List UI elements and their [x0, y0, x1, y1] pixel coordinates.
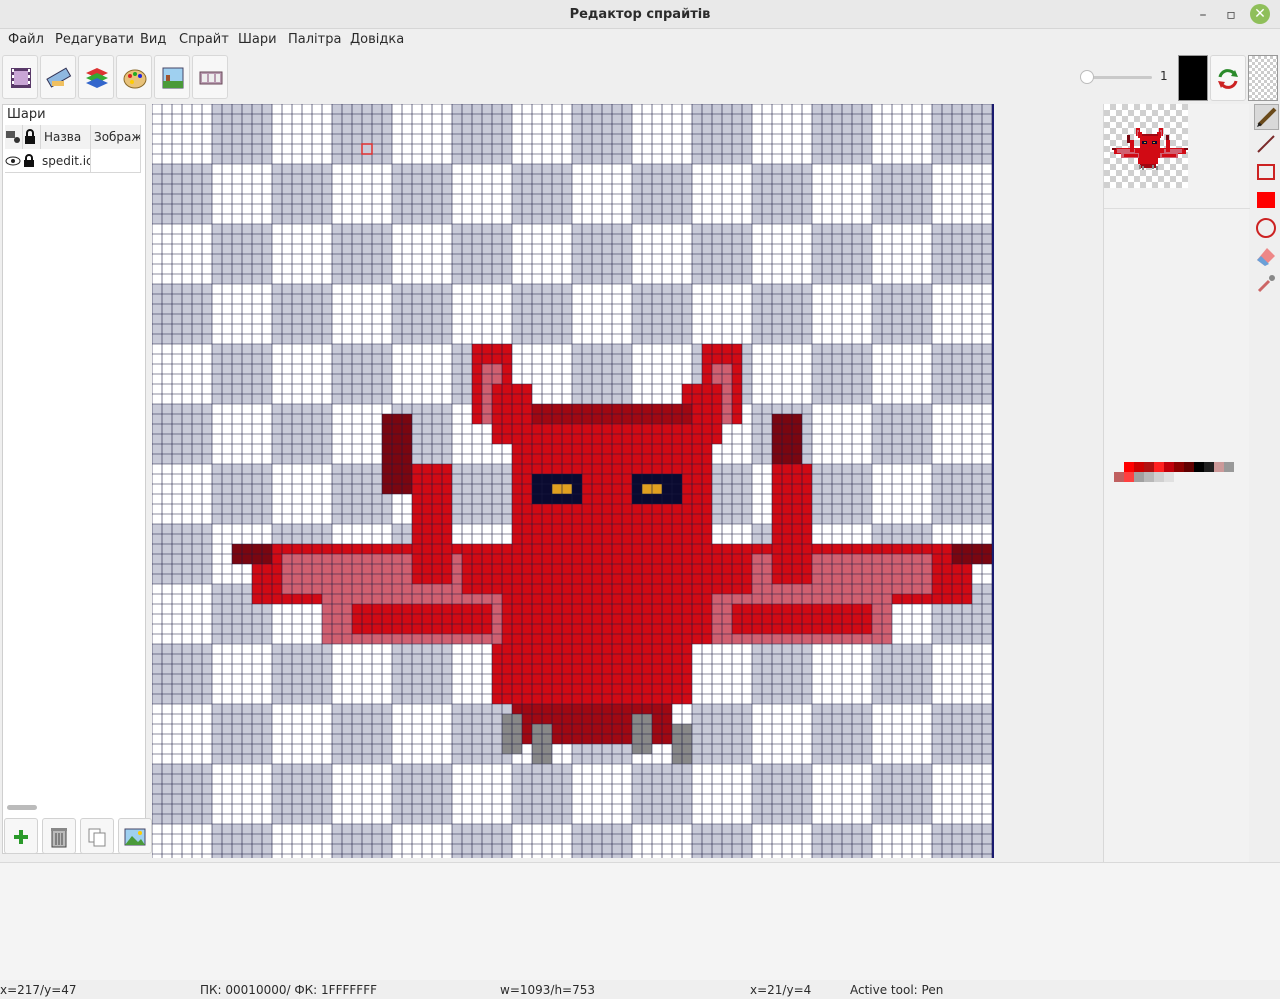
palette-swatch[interactable]	[1154, 472, 1164, 482]
visibility-column-icon	[5, 125, 23, 149]
layer-image-icon[interactable]	[118, 818, 152, 854]
palette-swatch[interactable]	[1154, 462, 1164, 472]
window-title: Редактор спрайтів	[569, 7, 711, 22]
delete-layer-icon[interactable]	[42, 818, 76, 854]
timeline-area	[0, 862, 1280, 980]
layers-table: Назва Зображ spedit.ic	[5, 125, 141, 173]
ruler-icon[interactable]	[40, 55, 76, 99]
cursor-position: x=217/y=47	[0, 983, 77, 997]
brush-size-value: 1	[1160, 69, 1168, 83]
palette-swatch[interactable]	[1164, 462, 1174, 472]
menu-palette[interactable]: Палітра	[288, 32, 341, 47]
canvas-size: w=1093/h=753	[500, 983, 596, 997]
tools-panel	[1253, 104, 1280, 304]
menu-bar: Файл Редагувати Вид Спрайт Шари Палітра …	[0, 29, 1280, 51]
palette-swatch[interactable]	[1184, 462, 1194, 472]
active-tool: Active tool: Pen	[850, 983, 944, 997]
sprite-preview	[1104, 104, 1188, 188]
menu-sprite[interactable]: Спрайт	[179, 32, 229, 47]
lock-column-icon	[23, 125, 41, 149]
palette-swatch[interactable]	[1204, 462, 1214, 472]
column-name[interactable]: Назва	[41, 125, 91, 149]
palette-icon[interactable]	[116, 55, 152, 99]
eraser-tool-icon[interactable]	[1254, 244, 1279, 270]
title-bar: Редактор спрайтів	[0, 0, 1280, 29]
palette-swatch[interactable]	[1114, 472, 1124, 482]
palette-swatch[interactable]	[1144, 472, 1154, 482]
palette-swatch[interactable]	[1164, 472, 1174, 482]
palette-swatch[interactable]	[1124, 472, 1134, 482]
column-image[interactable]: Зображ	[91, 125, 141, 149]
status-bar: x=217/y=47 ПК: 00010000/ ФК: 1FFFFFFF w=…	[0, 981, 1280, 999]
swap-colors-icon[interactable]	[1210, 55, 1246, 101]
filmstrip-icon[interactable]	[192, 55, 228, 99]
layers-icon[interactable]	[78, 55, 114, 99]
ellipse-tool-icon[interactable]	[1254, 216, 1279, 242]
pixel-grid[interactable]	[152, 104, 994, 858]
film-icon[interactable]	[2, 55, 38, 99]
duplicate-layer-icon[interactable]	[80, 818, 114, 854]
layers-scrollbar[interactable]	[7, 805, 37, 810]
eye-icon[interactable]	[5, 149, 23, 173]
pixel-position: x=21/y=4	[750, 983, 812, 997]
layer-row[interactable]: spedit.ic	[5, 149, 141, 173]
maximize-icon[interactable]: ▫	[1220, 4, 1242, 26]
palette-swatch[interactable]	[1144, 462, 1154, 472]
color-codes: ПК: 00010000/ ФК: 1FFFFFFF	[200, 983, 377, 997]
secondary-color-swatch[interactable]	[1248, 55, 1278, 101]
layers-panel-title: Шари	[7, 107, 46, 122]
palette-swatch[interactable]	[1224, 462, 1234, 472]
line-tool-icon[interactable]	[1254, 132, 1279, 158]
palette-swatch[interactable]	[1194, 462, 1204, 472]
minimize-icon[interactable]: –	[1192, 4, 1214, 26]
menu-help[interactable]: Довідка	[350, 32, 404, 47]
filled-rectangle-tool-icon[interactable]	[1254, 188, 1279, 214]
layers-table-header: Назва Зображ	[5, 125, 141, 149]
primary-color-swatch[interactable]	[1178, 55, 1208, 101]
palette-swatch[interactable]	[1134, 462, 1144, 472]
menu-edit[interactable]: Редагувати	[55, 32, 134, 47]
brush-size-track[interactable]	[1084, 76, 1152, 79]
menu-file[interactable]: Файл	[8, 32, 44, 47]
palette-swatch[interactable]	[1134, 472, 1144, 482]
sprite-canvas[interactable]	[152, 104, 994, 858]
layers-panel: Шари Назва Зображ spedit.ic	[2, 104, 146, 854]
brush-size-slider[interactable]	[1080, 70, 1094, 84]
palette-swatch[interactable]	[1174, 462, 1184, 472]
menu-layers[interactable]: Шари	[238, 32, 277, 47]
close-icon[interactable]: ✕	[1250, 4, 1270, 24]
palette-swatch[interactable]	[1214, 462, 1224, 472]
palette-swatch[interactable]	[1124, 462, 1134, 472]
add-layer-icon[interactable]	[4, 818, 38, 854]
menu-view[interactable]: Вид	[140, 32, 166, 47]
eyedropper-tool-icon[interactable]	[1254, 272, 1279, 298]
rectangle-tool-icon[interactable]	[1254, 160, 1279, 186]
color-palette[interactable]	[1114, 462, 1250, 486]
lock-icon[interactable]	[23, 149, 41, 173]
layer-thumbnail	[91, 149, 141, 173]
layer-buttons	[2, 818, 152, 856]
layer-name[interactable]: spedit.ic	[41, 149, 91, 173]
preview-panel	[1103, 104, 1250, 862]
image-icon[interactable]	[154, 55, 190, 99]
pen-tool-icon[interactable]	[1254, 104, 1279, 130]
